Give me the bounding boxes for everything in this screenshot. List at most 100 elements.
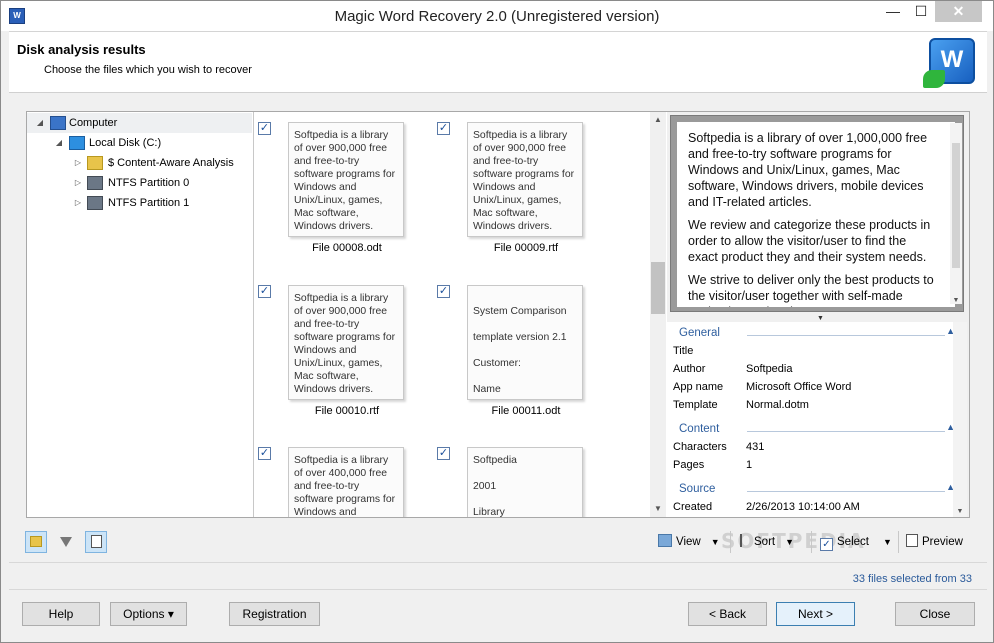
disk-icon (69, 136, 85, 150)
file-card[interactable]: ✓ System Comparison template version 2.1… (437, 285, 617, 445)
divider (9, 562, 987, 563)
preview-label: Preview (922, 536, 963, 548)
select-dropdown[interactable]: ✓ Select ▼ (820, 533, 892, 553)
section-divider (747, 431, 945, 432)
tree-item-label: NTFS Partition 1 (108, 197, 190, 209)
file-card[interactable]: ✓ Softpedia is a library of over 900,000… (258, 285, 438, 445)
back-button[interactable]: < Back (688, 602, 767, 626)
find-button[interactable] (85, 531, 107, 553)
expand-icon[interactable]: ▷ (73, 173, 83, 193)
thumbnail-text: Softpedia is a library of over 900,000 f… (294, 130, 396, 232)
section-title: Source (679, 483, 716, 495)
file-gallery[interactable]: ✓ Softpedia is a library of over 900,000… (255, 112, 666, 517)
scroll-down-icon[interactable]: ▼ (650, 501, 666, 517)
properties-scrollbar[interactable]: ▼ (953, 322, 967, 517)
file-checkbox[interactable]: ✓ (258, 122, 271, 135)
close-window-button[interactable]: ✕ (935, 1, 982, 22)
section-divider (747, 335, 945, 336)
sort-dropdown[interactable]: Sort ▼ (740, 533, 794, 553)
sort-icon (740, 534, 750, 547)
expand-icon[interactable]: ▷ (73, 193, 83, 213)
results-panel: ◢ Computer ◢ Local Disk (C:) ▷ $ Content… (26, 111, 970, 518)
property-row: Pages 1 (673, 459, 963, 477)
file-checkbox[interactable]: ✓ (437, 447, 450, 460)
help-button[interactable]: Help (22, 602, 100, 626)
document-preview[interactable]: Softpedia is a library of over 1,000,000… (670, 115, 964, 312)
scroll-up-icon[interactable]: ▲ (650, 112, 666, 128)
scroll-thumb[interactable] (952, 143, 960, 268)
file-name: File 00008.odt (312, 242, 382, 254)
scroll-down-icon[interactable]: ▼ (950, 297, 962, 304)
preview-paragraph: We review and categorize these products … (688, 218, 931, 264)
section-content[interactable]: Content ▲ (667, 421, 961, 439)
sort-label: Sort (754, 536, 776, 548)
tree-item-label: Local Disk (C:) (89, 137, 162, 149)
toolbar-separator (898, 531, 899, 553)
property-key: Characters (673, 441, 727, 453)
file-card[interactable]: ✓ Softpedia is a library of over 400,000… (258, 447, 438, 517)
property-key: Created (673, 501, 713, 513)
collapse-icon[interactable]: ◢ (35, 113, 45, 133)
preview-button[interactable]: Preview (906, 533, 963, 553)
folder-tree[interactable]: ◢ Computer ◢ Local Disk (C:) ▷ $ Content… (27, 112, 254, 517)
file-card[interactable]: ✓ Softpedia is a library of over 900,000… (258, 122, 438, 282)
recovery-arrow-icon (923, 70, 945, 88)
preview-paragraph: We strive to deliver only the best produ… (688, 273, 934, 307)
divider (9, 589, 987, 590)
view-dropdown[interactable]: View ▼ (658, 533, 720, 553)
section-general[interactable]: General ▲ (667, 325, 961, 343)
file-thumbnail[interactable]: Softpedia 2001 Library (467, 447, 583, 517)
filter-icon (60, 537, 72, 547)
title-bar: W Magic Word Recovery 2.0 (Unregistered … (1, 1, 993, 31)
toolbar-separator (730, 531, 731, 553)
registration-button[interactable]: Registration (229, 602, 320, 626)
view-icon (658, 534, 672, 547)
properties-panel: General ▲ Title Author Softpedia App name… (667, 322, 967, 517)
property-value: 2/26/2013 10:14:00 AM (746, 501, 860, 513)
file-checkbox[interactable]: ✓ (437, 285, 450, 298)
file-checkbox[interactable]: ✓ (258, 285, 271, 298)
file-checkbox[interactable]: ✓ (437, 122, 450, 135)
dropdown-arrow-icon: ▼ (710, 537, 720, 547)
preview-scrollbar[interactable]: ▼ (950, 123, 962, 304)
file-thumbnail[interactable]: Softpedia is a library of over 900,000 f… (467, 122, 583, 237)
toolbar-separator (811, 531, 812, 553)
minimize-button[interactable]: — (879, 1, 907, 22)
file-card[interactable]: ✓ Softpedia is a library of over 900,000… (437, 122, 617, 282)
property-value: Microsoft Office Word (746, 381, 852, 393)
options-button[interactable]: Options ▾ (110, 602, 187, 626)
app-logo: W (923, 38, 975, 88)
expand-icon[interactable]: ▷ (73, 153, 83, 173)
file-thumbnail[interactable]: Softpedia is a library of over 900,000 f… (288, 122, 404, 237)
file-card[interactable]: ✓ Softpedia 2001 Library (437, 447, 617, 517)
next-button[interactable]: Next > (776, 602, 855, 626)
page-subtitle: Choose the files which you wish to recov… (44, 64, 252, 76)
file-thumbnail[interactable]: Softpedia is a library of over 400,000 f… (288, 447, 404, 517)
filter-button[interactable] (55, 531, 77, 553)
maximize-button[interactable]: ☐ (907, 1, 935, 22)
tree-item-label: $ Content-Aware Analysis (108, 157, 234, 169)
property-key: Author (673, 363, 706, 375)
file-checkbox[interactable]: ✓ (258, 447, 271, 460)
section-source[interactable]: Source ▲ (667, 481, 961, 499)
file-thumbnail[interactable]: Softpedia is a library of over 900,000 f… (288, 285, 404, 400)
scroll-thumb[interactable] (651, 262, 665, 314)
folders-view-button[interactable] (25, 531, 47, 553)
property-row: Created 2/26/2013 10:14:00 AM (673, 501, 963, 517)
property-value: 1 (746, 459, 753, 471)
logo-letter: W (940, 46, 964, 73)
file-name: File 00009.rtf (493, 242, 559, 254)
collapse-icon[interactable]: ◢ (54, 133, 64, 153)
splitter-handle-icon[interactable]: ▼ (817, 315, 824, 322)
preview-paragraph: Softpedia is a library of over 1,000,000… (688, 131, 928, 209)
select-label: Select (837, 536, 869, 548)
gallery-scrollbar[interactable]: ▲ ▼ (650, 112, 666, 517)
file-thumbnail[interactable]: System Comparison template version 2.1 C… (467, 285, 583, 400)
thumbnail-text: Softpedia is a library of over 400,000 f… (294, 455, 396, 517)
tree-item-computer[interactable]: ◢ Computer (27, 113, 252, 133)
thumbnail-text: 2001 (473, 481, 497, 492)
section-divider (747, 491, 945, 492)
scroll-down-icon[interactable]: ▼ (953, 508, 967, 515)
property-key: Pages (673, 459, 705, 471)
close-button[interactable]: Close (895, 602, 975, 626)
